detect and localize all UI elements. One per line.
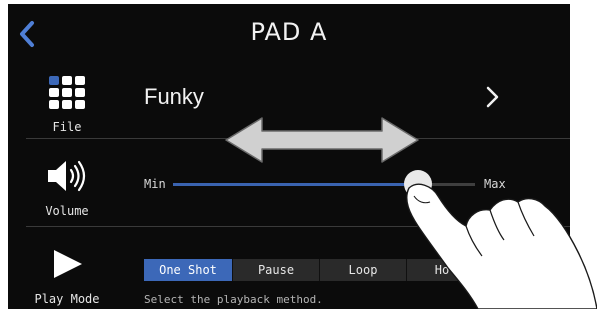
chevron-right-icon[interactable] <box>484 82 502 112</box>
speaker-icon <box>48 160 86 192</box>
play-mode-label: Play Mode <box>34 292 100 306</box>
play-mode-option-hold[interactable]: Ho <box>407 259 478 281</box>
volume-label: Volume <box>45 204 89 218</box>
file-icon-button[interactable]: File <box>8 76 126 140</box>
row-divider <box>26 138 570 139</box>
device-screen: PAD A File Funky Volume Min Max Play Mod… <box>0 0 597 309</box>
play-mode-icon-button[interactable]: Play Mode <box>8 244 126 309</box>
volume-slider-handle[interactable] <box>404 170 432 198</box>
file-label: File <box>52 120 82 134</box>
play-icon <box>54 250 82 278</box>
volume-min-label: Min <box>144 177 166 191</box>
play-mode-selector: One Shot Pause Loop Ho <box>144 259 478 281</box>
play-mode-option-one-shot[interactable]: One Shot <box>144 259 233 281</box>
grid-icon <box>49 76 85 109</box>
pad-settings-panel: PAD A File Funky Volume Min Max Play Mod… <box>8 4 570 309</box>
play-mode-hint: Select the playback method. <box>144 293 323 306</box>
play-mode-option-loop[interactable]: Loop <box>320 259 407 281</box>
row-divider <box>26 226 570 227</box>
play-mode-option-pause[interactable]: Pause <box>233 259 320 281</box>
volume-icon-button[interactable]: Volume <box>8 156 126 226</box>
volume-max-label: Max <box>484 177 506 191</box>
volume-slider-fill <box>173 183 418 186</box>
file-name[interactable]: Funky <box>144 84 204 110</box>
page-title: PAD A <box>250 18 328 46</box>
